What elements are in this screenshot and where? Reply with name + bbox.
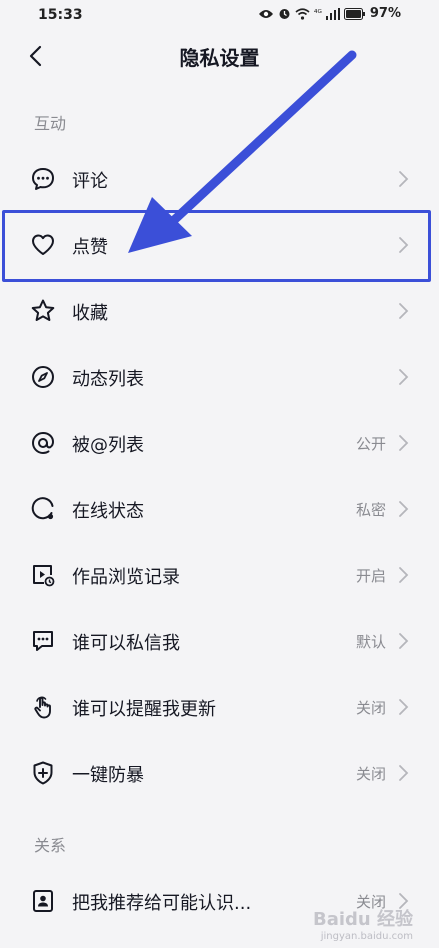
network-type-label: ⁴ᴳ	[313, 8, 322, 19]
chevron-right-icon	[399, 633, 409, 649]
signal-icon	[325, 7, 340, 20]
row-mention-list[interactable]: 被@列表 公开	[0, 410, 439, 476]
chevron-right-icon	[399, 303, 409, 319]
at-icon	[31, 431, 55, 455]
chevron-right-icon	[399, 501, 409, 517]
online-status-icon	[31, 497, 54, 520]
comment-icon	[32, 168, 54, 190]
status-time: 15:33	[38, 7, 83, 23]
row-value: 开启	[355, 567, 386, 585]
row-online-status[interactable]: 在线状态 私密	[0, 476, 439, 542]
eye-icon	[258, 9, 273, 18]
row-value: 默认	[355, 633, 386, 651]
section-header-interaction: 互动	[34, 114, 67, 133]
row-who-can-remind[interactable]: 谁可以提醒我更新 关闭	[0, 674, 439, 740]
row-label: 把我推荐给可能认识...	[72, 893, 252, 914]
row-label: 一键防暴	[72, 765, 144, 786]
row-activity-list[interactable]: 动态列表	[0, 344, 439, 410]
row-label: 收藏	[72, 303, 108, 324]
hand-tap-icon	[34, 696, 51, 719]
watermark-sub: jingyan.baidu.com	[320, 931, 413, 942]
row-label: 动态列表	[72, 369, 144, 390]
watermark: Baidu 经验 jingyan.baidu.com	[313, 905, 413, 942]
nav-bar: 隐私设置	[0, 32, 439, 80]
chevron-right-icon	[399, 369, 409, 385]
row-value: 私密	[355, 501, 386, 519]
chevron-right-icon	[399, 435, 409, 451]
shield-plus-icon	[33, 761, 53, 785]
battery-icon	[343, 7, 365, 20]
status-bar: 15:33 ⁴ᴳ 97%	[0, 0, 439, 32]
chevron-right-icon	[399, 171, 409, 187]
annotation-highlight-box	[2, 210, 431, 282]
row-value: 关闭	[355, 765, 386, 783]
watermark-main: Baidu 经验	[312, 909, 413, 930]
row-browsing-history[interactable]: 作品浏览记录 开启	[0, 542, 439, 608]
wifi-icon	[295, 7, 310, 20]
row-comment[interactable]: 评论	[0, 146, 439, 212]
page-title: 隐私设置	[179, 46, 260, 70]
section-header-relationship: 关系	[34, 836, 67, 855]
row-who-can-message[interactable]: 谁可以私信我 默认	[0, 608, 439, 674]
row-label: 谁可以私信我	[72, 633, 180, 654]
status-icons: ⁴ᴳ 97%	[258, 6, 401, 21]
chevron-right-icon	[399, 699, 409, 715]
alarm-icon	[279, 9, 290, 19]
row-label: 谁可以提醒我更新	[72, 699, 216, 720]
battery-level: 97%	[369, 6, 401, 21]
row-label: 评论	[72, 171, 108, 192]
row-label: 被@列表	[72, 435, 144, 456]
row-value: 公开	[355, 435, 386, 453]
compass-icon	[32, 366, 54, 388]
play-history-icon	[33, 565, 55, 587]
row-label: 在线状态	[72, 501, 144, 522]
contact-card-icon	[33, 890, 53, 912]
row-anti-harassment[interactable]: 一键防暴 关闭	[0, 740, 439, 806]
row-value: 关闭	[355, 699, 386, 717]
star-icon	[31, 299, 55, 321]
row-favorites[interactable]: 收藏	[0, 278, 439, 344]
message-icon	[33, 631, 53, 651]
chevron-right-icon	[399, 567, 409, 583]
chevron-right-icon	[399, 765, 409, 781]
row-label: 作品浏览记录	[72, 567, 180, 588]
